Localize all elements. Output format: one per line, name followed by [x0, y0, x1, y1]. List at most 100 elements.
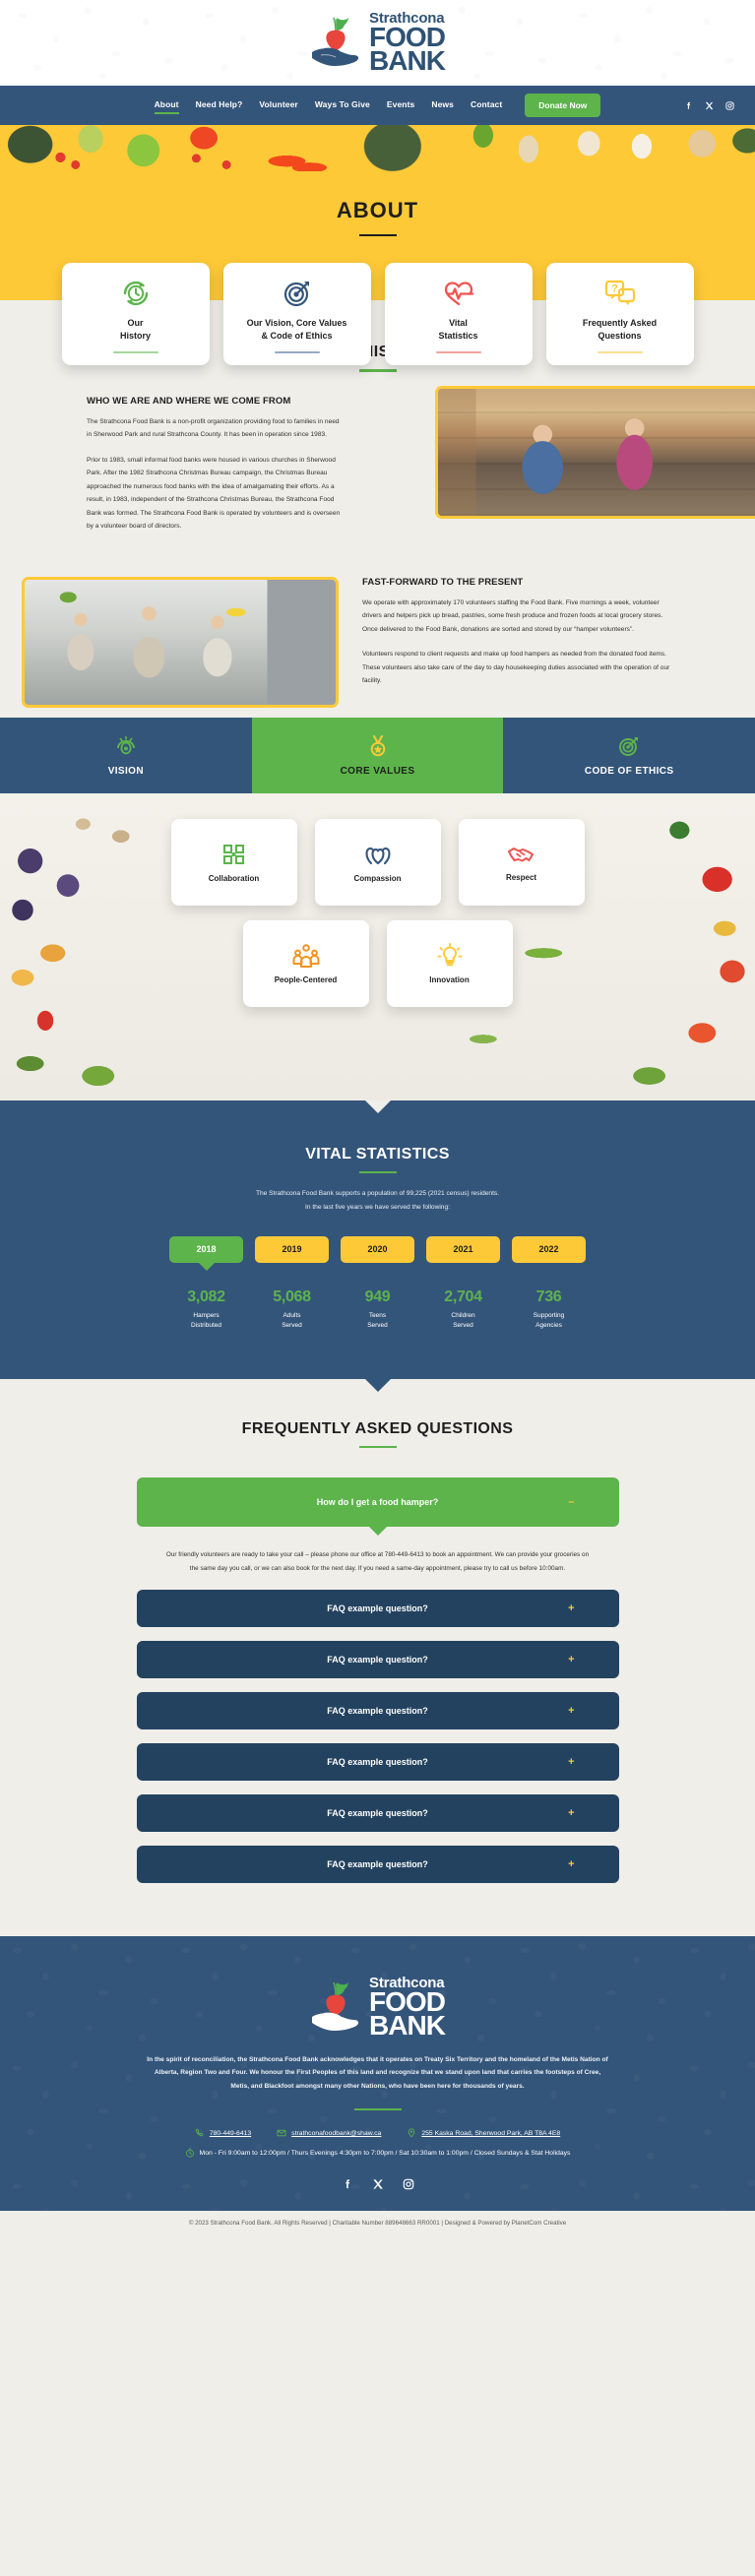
vision-values-ethics-tabs: VISION CORE VALUES CODE OF ETHICS	[0, 717, 755, 793]
shortcut-card-vital-statistics[interactable]: Vital Statistics	[384, 263, 533, 365]
stat-children-served: 2,704 Children Served	[426, 1288, 500, 1332]
footer-phone[interactable]: 780-449-6413	[195, 2128, 251, 2138]
logo-line-3: BANK	[369, 2009, 446, 2041]
year-tab-2020[interactable]: 2020	[341, 1235, 414, 1263]
faq-item-1[interactable]: FAQ example question? +	[136, 1589, 619, 1627]
svg-text:?: ?	[611, 283, 618, 294]
shortcut-card-our-history[interactable]: Our History	[61, 263, 210, 365]
faq-item-2[interactable]: FAQ example question? +	[136, 1640, 619, 1678]
stat-supporting-agencies: 736 Supporting Agencies	[512, 1288, 586, 1332]
value-card-innovation[interactable]: Innovation	[386, 919, 513, 1007]
faq-answer: Our friendly volunteers are ready to tak…	[165, 1551, 590, 1572]
logo-wordmark: Strathcona FOOD BANK	[369, 11, 446, 76]
history-clock-icon	[120, 275, 152, 312]
nav-item-need-help[interactable]: Need Help?	[196, 99, 243, 111]
faq-section: FREQUENTLY ASKED QUESTIONS How do I get …	[0, 1378, 755, 1936]
stat-value: 2,704	[444, 1288, 482, 1305]
stat-hampers-distributed: 3,082 Hampers Distributed	[169, 1288, 243, 1332]
land-acknowledgement: In the spirit of reconciliation, the Str…	[147, 2055, 608, 2090]
year-tab-2018[interactable]: 2018	[169, 1235, 243, 1263]
vital-subtext-line-2: In the last five years we have served th…	[305, 1204, 450, 1212]
instagram-link[interactable]	[724, 100, 735, 111]
food-bank-logo-icon	[312, 1981, 359, 2032]
history-paragraph-2: Prior to 1983, small informal food banks…	[87, 456, 341, 531]
facebook-link[interactable]	[683, 100, 694, 111]
nav-item-ways-to-give[interactable]: Ways To Give	[315, 99, 370, 111]
phone-icon	[195, 2129, 204, 2137]
present-content: FAST-FORWARD TO THE PRESENT We operate w…	[0, 576, 755, 718]
logo-line-3: BANK	[369, 44, 446, 76]
faq-item-6[interactable]: FAQ example question? +	[136, 1845, 619, 1883]
footer-email[interactable]: strathconafoodbank@shaw.ca	[277, 2128, 381, 2138]
nav-item-about[interactable]: About	[154, 99, 179, 114]
value-card-label: Compassion	[353, 873, 402, 883]
faq-item-open[interactable]: How do I get a food hamper? –	[136, 1477, 619, 1528]
footer-divider	[353, 2108, 402, 2111]
copyright-bar: © 2023 Strathcona Food Bank. All Rights …	[0, 2211, 755, 2238]
tab-code-of-ethics[interactable]: CODE OF ETHICS	[503, 717, 755, 793]
stat-value: 5,068	[273, 1288, 311, 1305]
x-twitter-link[interactable]	[371, 2177, 385, 2191]
question-chat-icon: ?	[603, 275, 637, 312]
tab-vision[interactable]: VISION	[0, 717, 252, 793]
shortcut-card-faq[interactable]: ? Frequently Asked Questions	[545, 263, 694, 365]
value-card-label: Respect	[505, 872, 537, 882]
footer-address[interactable]: 255 Kaska Road, Sherwood Park, AB T8A 4E…	[407, 2128, 560, 2138]
history-content: WHO WE ARE AND WHERE WE COME FROM The St…	[0, 372, 755, 534]
faq-item-4[interactable]: FAQ example question? +	[136, 1742, 619, 1781]
pantry-volunteers-image	[438, 388, 755, 516]
stat-label: Hampers Distributed	[190, 1311, 222, 1330]
tab-core-values[interactable]: CORE VALUES	[251, 717, 504, 793]
core-values-panel: Collaboration Compassion Respect People-…	[0, 792, 755, 1100]
nav-item-events[interactable]: Events	[387, 99, 414, 111]
email-icon	[277, 2130, 286, 2137]
stat-adults-served: 5,068 Adults Served	[255, 1288, 329, 1332]
tab-vision-label: VISION	[107, 765, 144, 777]
faq-accordion: How do I get a food hamper? – Our friend…	[136, 1477, 619, 1883]
year-tab-2021[interactable]: 2021	[426, 1235, 500, 1263]
value-card-people-centered[interactable]: People-Centered	[242, 919, 369, 1007]
site-logo[interactable]: Strathcona FOOD BANK	[310, 11, 446, 76]
plus-icon: +	[568, 1857, 575, 1870]
facebook-link[interactable]	[341, 2177, 354, 2191]
clock-icon	[185, 2148, 194, 2158]
plus-icon: +	[568, 1653, 575, 1665]
footer-logo[interactable]: Strathcona FOOD BANK	[0, 1976, 755, 2041]
shortcut-card-label: Our History	[119, 317, 151, 341]
year-tab-2019[interactable]: 2019	[255, 1235, 329, 1263]
eye-vision-icon	[116, 735, 135, 755]
faq-item-3[interactable]: FAQ example question? +	[136, 1691, 619, 1729]
about-page: Strathcona FOOD BANK About Need Help? Vo…	[0, 0, 755, 2238]
vital-statistics-section: VITAL STATISTICS The Strathcona Food Ban…	[0, 1100, 755, 1379]
stat-value: 736	[535, 1288, 562, 1305]
card-underline	[274, 350, 320, 354]
faq-item-5[interactable]: FAQ example question? +	[136, 1793, 619, 1832]
donate-now-button[interactable]: Donate Now	[525, 94, 601, 117]
target-arrow-icon	[619, 736, 639, 756]
nav-item-volunteer[interactable]: Volunteer	[259, 99, 297, 111]
year-tab-2022[interactable]: 2022	[512, 1235, 586, 1263]
section-shortcut-cards: Our History Our Vision, Core Values & Co…	[0, 263, 755, 365]
faq-question: FAQ example question?	[327, 1858, 428, 1869]
heading-underline	[358, 1170, 397, 1174]
title-underline	[358, 234, 397, 236]
shortcut-card-vision-values-ethics[interactable]: Our Vision, Core Values & Code of Ethics	[222, 263, 371, 365]
nav-item-news[interactable]: News	[431, 99, 454, 111]
location-pin-icon	[409, 2128, 415, 2138]
x-twitter-link[interactable]	[704, 100, 715, 111]
value-card-respect[interactable]: Respect	[458, 818, 585, 906]
faq-question: FAQ example question?	[327, 1602, 428, 1613]
heartbeat-icon	[442, 275, 475, 312]
value-card-compassion[interactable]: Compassion	[314, 818, 441, 906]
present-paragraph-1: We operate with approximately 170 volunt…	[362, 598, 663, 633]
header-social-links	[683, 100, 735, 111]
history-subheading: WHO WE ARE AND WHERE WE COME FROM	[87, 395, 291, 407]
site-footer: Strathcona FOOD BANK In the spirit of re…	[0, 1935, 755, 2212]
value-card-collaboration[interactable]: Collaboration	[170, 818, 297, 906]
vegetables-banner-image	[0, 125, 755, 171]
nav-item-contact[interactable]: Contact	[471, 99, 502, 111]
instagram-link[interactable]	[402, 2177, 415, 2191]
faq-question: FAQ example question?	[327, 1654, 428, 1665]
footer-contact-row: 780-449-6413 strathconafoodbank@shaw.ca …	[0, 2128, 755, 2138]
target-arrow-icon	[282, 275, 313, 312]
